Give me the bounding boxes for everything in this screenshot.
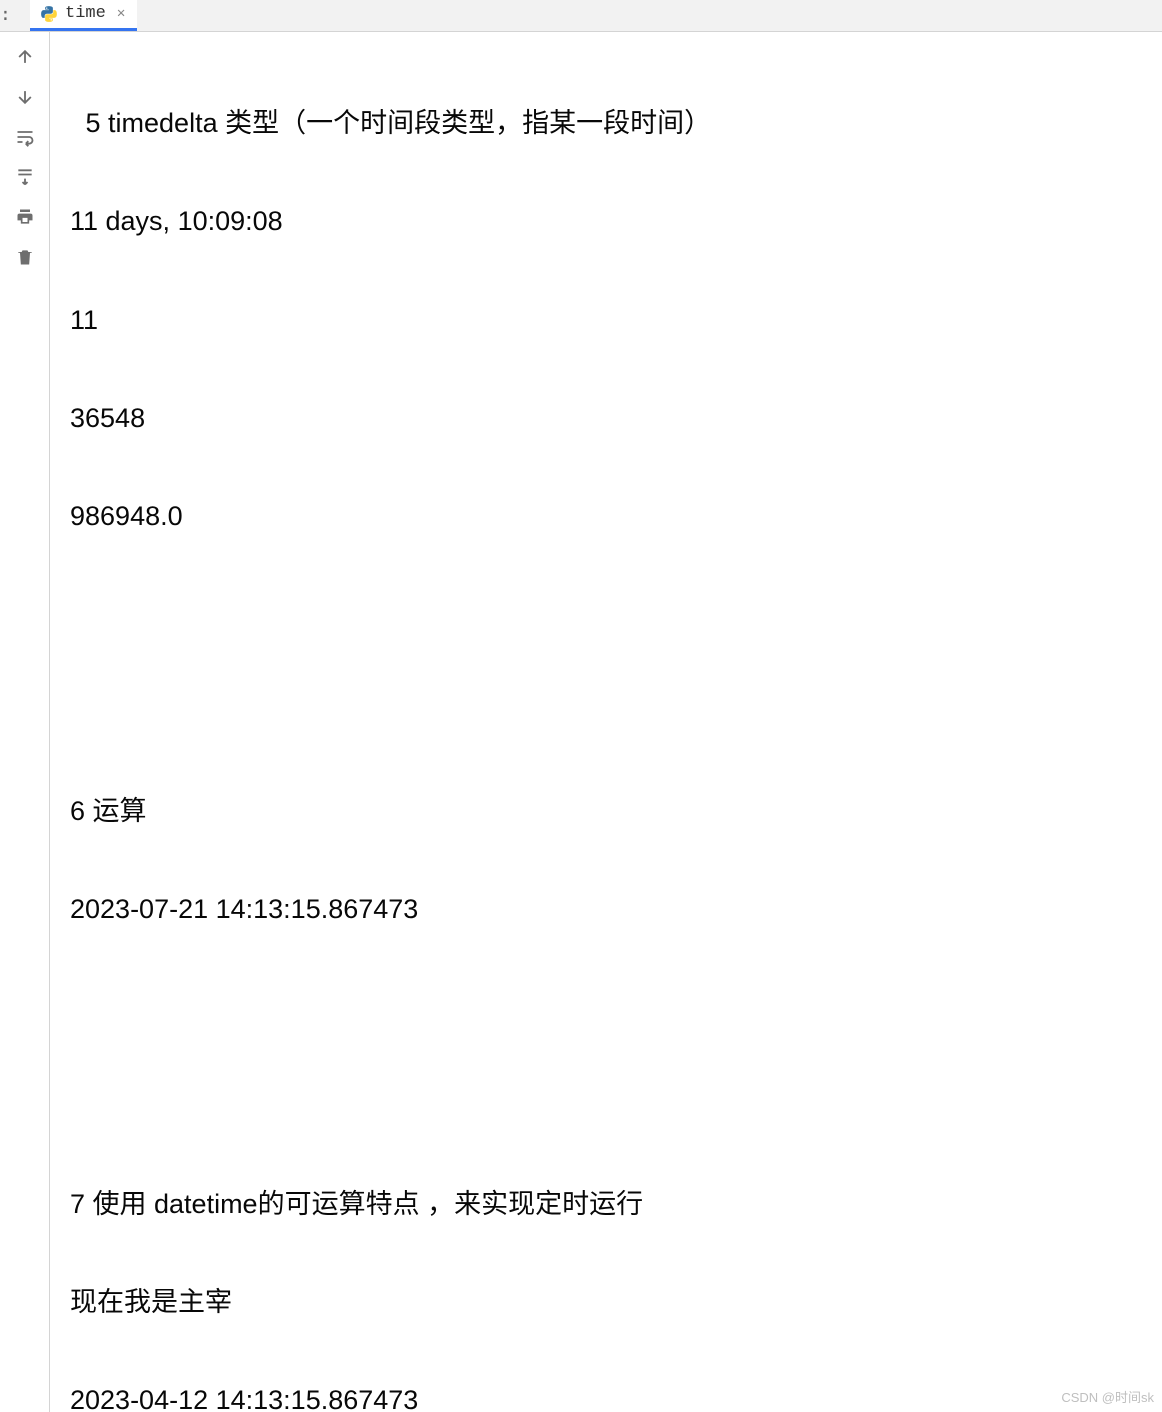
output-line: 11 days, 10:09:08 <box>70 197 1154 246</box>
output-line: 36548 <box>70 394 1154 443</box>
python-icon <box>40 5 58 23</box>
output-line: 现在我是主宰 <box>70 1278 1154 1327</box>
output-line: 986948.0 <box>70 492 1154 541</box>
print-icon[interactable] <box>14 206 36 228</box>
output-blank <box>70 590 1154 639</box>
main-area: 5 timedelta 类型（一个时间段类型，指某一段时间） 11 days, … <box>0 32 1162 1412</box>
arrow-down-icon[interactable] <box>14 86 36 108</box>
output-line: 7 使用 datetime的可运算特点 ，来实现定时运行 <box>70 1180 1154 1229</box>
output-line: 2023-04-12 14:13:15.867473 <box>70 1376 1154 1412</box>
trash-icon[interactable] <box>14 246 36 268</box>
tab-bar: time ✕ <box>0 0 1162 32</box>
output-blank <box>70 689 1154 738</box>
output-line: 5 timedelta 类型（一个时间段类型，指某一段时间） <box>70 99 1154 148</box>
scroll-to-end-icon[interactable] <box>14 166 36 188</box>
console-output[interactable]: 5 timedelta 类型（一个时间段类型，指某一段时间） 11 days, … <box>50 32 1162 1412</box>
close-icon[interactable]: ✕ <box>117 5 125 22</box>
tab-label: time <box>65 4 106 23</box>
output-line: 6 运算 <box>70 787 1154 836</box>
arrow-up-icon[interactable] <box>14 46 36 68</box>
tab-time[interactable]: time ✕ <box>30 0 137 31</box>
soft-wrap-icon[interactable] <box>14 126 36 148</box>
watermark: CSDN @时间sk <box>1061 1387 1154 1406</box>
output-line: 11 <box>70 296 1154 345</box>
gutter-toolbar <box>0 32 50 1412</box>
output-line: 2023-07-21 14:13:15.867473 <box>70 885 1154 934</box>
output-blank <box>70 983 1154 1032</box>
output-blank <box>70 1082 1154 1131</box>
left-gutter-colon: : <box>0 4 11 25</box>
